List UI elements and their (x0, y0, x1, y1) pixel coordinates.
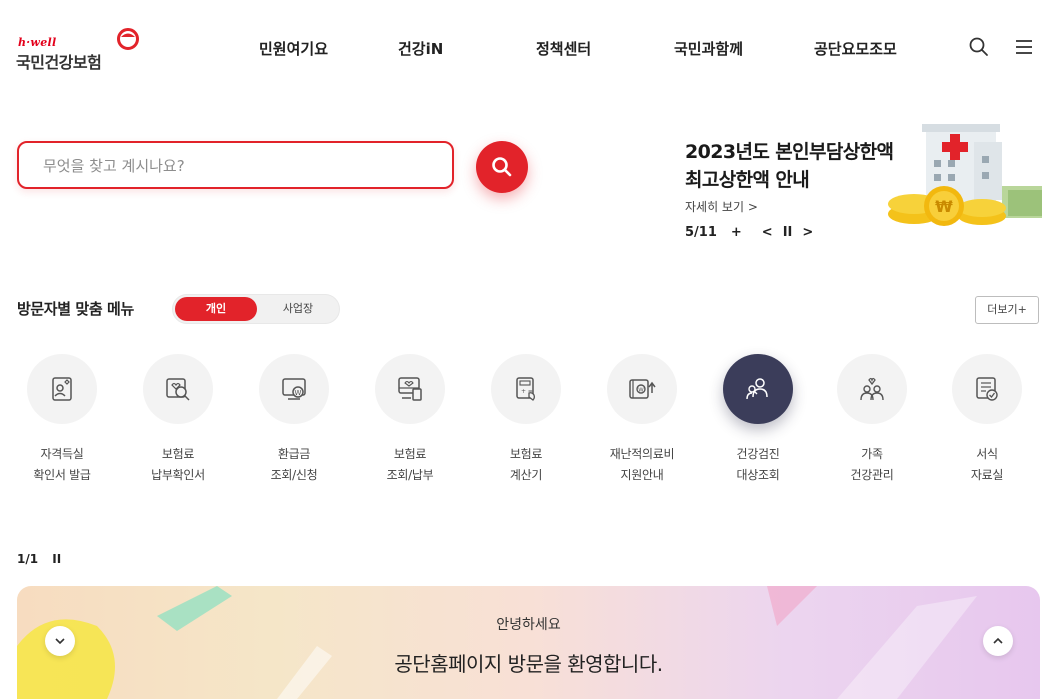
banner-prev-button[interactable]: < (762, 225, 773, 240)
menu-pause-button[interactable]: II (52, 552, 61, 566)
menu-label-line2: 확인서 발급 (33, 468, 91, 482)
menu-item-premium-calculator[interactable]: + = 보험료계산기 (471, 354, 581, 486)
banner-title-line2: 최고상한액 안내 (685, 169, 810, 191)
search-icon[interactable] (968, 36, 990, 58)
payment-monitor-icon (398, 377, 422, 401)
svg-text:W: W (295, 389, 302, 397)
welcome-expand-button[interactable] (983, 626, 1013, 656)
menu-icon-circle (837, 354, 907, 424)
menu-label-line1: 보험료 (393, 447, 427, 461)
menu-page-indicator: 1/1 (17, 552, 39, 566)
hamburger-icon[interactable] (1013, 36, 1035, 58)
banner-controls: 5/11 + < II > (685, 225, 813, 240)
people-search-icon (746, 378, 768, 400)
logo-name: 국민건강보험 (16, 53, 102, 72)
banner-next-button[interactable]: > (802, 225, 813, 240)
menu-icon-circle: W (259, 354, 329, 424)
visitor-menu-title: 방문자별 맞춤 메뉴 (17, 300, 134, 318)
search-icon (492, 157, 512, 177)
menu-label-line1: 보험료 (161, 447, 195, 461)
menu-icon-circle (27, 354, 97, 424)
menu-label-line2: 자료실 (970, 468, 1004, 482)
nav-item-about-nhis[interactable]: 공단요모조모 (814, 38, 897, 59)
menu-label-line1: 보험료 (509, 447, 543, 461)
menu-label-line2: 계산기 (509, 468, 543, 482)
banner-title-line1: 2023년도 본인부담상한액 (685, 141, 894, 163)
menu-label-line2: 납부확인서 (151, 468, 205, 482)
menu-label-line2: 대상조회 (736, 468, 780, 482)
logo-tagline: h·well (18, 36, 57, 49)
menu-icon-circle: + = (491, 354, 561, 424)
menu-icon-circle: W (607, 354, 677, 424)
search-button[interactable] (476, 141, 528, 193)
menu-item-qualification-certificate[interactable]: 자격득실확인서 발급 (7, 354, 117, 486)
more-button[interactable]: 더보기+ (975, 296, 1039, 324)
welcome-collapse-button[interactable] (45, 626, 75, 656)
nav-item-civil-service[interactable]: 민원여기요 (259, 38, 328, 59)
welcome-greeting: 안녕하세요 (496, 617, 561, 633)
search-input[interactable] (41, 143, 445, 189)
banner-add-button[interactable]: + (731, 225, 742, 240)
menu-label-line1: 가족 (861, 447, 883, 461)
menu-icon-circle-active (723, 354, 793, 424)
medical-support-icon: W (629, 379, 656, 399)
logo[interactable]: h·well 국민건강보험 (16, 24, 146, 76)
svg-text:₩: ₩ (935, 197, 953, 216)
welcome-message: 공단홈페이지 방문을 환영합니다. (394, 652, 663, 676)
calculator-icon: + = (516, 377, 535, 401)
id-card-icon (52, 377, 72, 401)
menu-item-family-health-care[interactable]: 가족건강관리 (817, 354, 927, 486)
nav-item-policy-center[interactable]: 정책센터 (536, 38, 591, 59)
chevron-down-icon (55, 638, 65, 645)
menu-item-forms-library[interactable]: 서식자료실 (932, 354, 1042, 486)
refund-monitor-icon: W (282, 378, 306, 400)
svg-text:W: W (638, 388, 644, 394)
nav-item-health-in[interactable]: 건강iN (398, 38, 443, 59)
menu-icon-circle (143, 354, 213, 424)
family-care-icon (860, 377, 884, 401)
menu-item-premium-payment-confirmation[interactable]: 보험료납부확인서 (123, 354, 233, 486)
menu-label-line2: 지원안내 (620, 468, 664, 482)
logo-face-icon (117, 28, 139, 50)
menu-icon-circle (952, 354, 1022, 424)
banner-pause-button[interactable]: II (783, 225, 793, 240)
banner-title: 2023년도 본인부담상한액 최고상한액 안내 (685, 138, 894, 194)
search-box (17, 141, 454, 189)
welcome-banner: 안녕하세요 공단홈페이지 방문을 환영합니다. (17, 586, 1040, 699)
menu-label-line1: 환급금 (277, 447, 311, 461)
menu-label-line1: 재난적의료비 (609, 447, 675, 461)
menu-item-premium-inquiry-payment[interactable]: 보험료조회/납부 (355, 354, 465, 486)
visitor-type-toggle: 개인 사업장 (172, 294, 340, 324)
menu-label-line2: 건강관리 (850, 468, 894, 482)
menu-label-line1: 자격득실 (40, 447, 84, 461)
menu-label-line2: 조회/신청 (270, 468, 318, 482)
banner-page-indicator: 5/11 (685, 225, 717, 240)
chevron-up-icon (993, 637, 1003, 644)
menu-icon-circle (375, 354, 445, 424)
toggle-personal[interactable]: 개인 (175, 297, 257, 321)
menu-label-line1: 서식 (976, 447, 998, 461)
toggle-business[interactable]: 사업장 (257, 297, 339, 321)
menu-label-line2: 조회/납부 (386, 468, 434, 482)
receipt-search-icon (166, 378, 190, 401)
hospital-money-illustration: ₩ (888, 124, 1042, 226)
menu-item-health-checkup-eligibility[interactable]: 건강검진대상조회 (703, 354, 813, 486)
welcome-background-shapes (17, 586, 977, 699)
menu-label-line1: 건강검진 (736, 447, 780, 461)
nav-item-with-citizens[interactable]: 국민과함께 (674, 38, 743, 59)
menu-item-catastrophic-medical-support[interactable]: W 재난적의료비지원안내 (587, 354, 697, 486)
banner-detail-link[interactable]: 자세히 보기 > (685, 198, 758, 215)
menu-pager: 1/1 II (17, 552, 61, 566)
menu-item-refund-inquiry[interactable]: W 환급금조회/신청 (239, 354, 349, 486)
document-check-icon (976, 377, 998, 401)
